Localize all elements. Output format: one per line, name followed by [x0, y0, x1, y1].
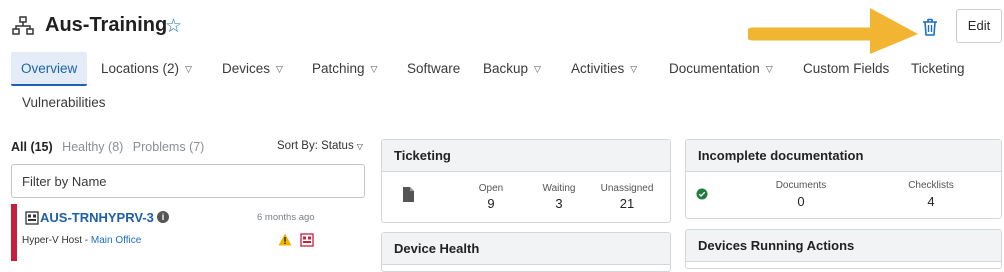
filter-by-name-input[interactable]: [11, 164, 365, 198]
documents-count[interactable]: 0: [746, 194, 856, 209]
tab-custom-fields[interactable]: Custom Fields: [803, 52, 889, 86]
device-list-item[interactable]: AUS-TRNHYPRV-3 i 6 months ago Hyper-V Ho…: [11, 204, 365, 261]
chevron-down-icon: ▽: [534, 64, 541, 74]
unassigned-label: Unassigned: [600, 183, 654, 194]
pointer-arrow: [748, 8, 918, 54]
device-name-link[interactable]: AUS-TRNHYPRV-3: [40, 210, 154, 225]
site-link[interactable]: Main Office: [91, 235, 141, 246]
org-chart-icon: [12, 16, 34, 35]
device-type-label: Hyper-V Host -: [22, 235, 91, 246]
tab-label: Overview: [21, 61, 78, 76]
star-outline-icon[interactable]: ☆: [165, 17, 182, 36]
waiting-count[interactable]: 3: [534, 196, 584, 211]
warning-icon: [278, 233, 292, 246]
tab-label: Documentation: [669, 61, 760, 76]
tab-devices[interactable]: Devices ▽: [222, 52, 283, 86]
tab-activities[interactable]: Activities ▽: [571, 52, 637, 86]
document-icon: [403, 187, 414, 202]
filter-problems[interactable]: Problems (7): [133, 140, 205, 154]
checklists-count[interactable]: 4: [876, 194, 986, 209]
documents-label: Documents: [775, 180, 827, 191]
status-bar: [11, 204, 17, 261]
ticketing-title: Ticketing: [382, 140, 670, 172]
tab-label: Locations (2): [101, 61, 180, 76]
tab-software[interactable]: Software: [407, 52, 460, 86]
devices-running-title: Devices Running Actions: [686, 230, 1001, 262]
sort-dropdown[interactable]: Sort By: Status ▽: [277, 140, 363, 152]
device-health-title: Device Health: [382, 233, 670, 265]
filter-healthy[interactable]: Healthy (8): [62, 140, 123, 154]
incomplete-documentation-card: Incomplete documentation Documents 0 Che…: [685, 139, 1002, 219]
device-type: Hyper-V Host - Main Office: [22, 235, 141, 246]
chevron-down-icon: ▽: [370, 64, 378, 74]
incomplete-docs-title: Incomplete documentation: [686, 140, 1001, 172]
tab-documentation[interactable]: Documentation ▽: [669, 52, 773, 86]
chevron-down-icon: ▽: [185, 64, 192, 74]
tab-label: Patching: [312, 61, 365, 76]
edit-button[interactable]: Edit: [956, 9, 1002, 43]
page-title: Aus-Training: [45, 14, 168, 36]
tab-backup[interactable]: Backup ▽: [483, 52, 541, 86]
chevron-down-icon: ▽: [276, 64, 283, 74]
checklists-label: Checklists: [908, 180, 954, 191]
filter-all[interactable]: All (15): [11, 140, 53, 154]
waiting-label: Waiting: [542, 183, 576, 194]
chevron-down-icon: ▽: [765, 64, 773, 74]
devices-running-actions-card: Devices Running Actions: [685, 229, 1002, 269]
server-alert-icon: [300, 233, 314, 247]
device-health-card: Device Health: [381, 232, 671, 272]
info-icon[interactable]: i: [157, 211, 169, 223]
tab-vulnerabilities[interactable]: Vulnerabilities: [22, 86, 106, 120]
open-count[interactable]: 9: [466, 196, 516, 211]
tab-label: Ticketing: [911, 61, 965, 76]
chevron-down-icon: ▽: [356, 142, 363, 151]
trash-icon[interactable]: [918, 15, 942, 39]
chevron-down-icon: ▽: [630, 64, 638, 74]
tab-label: Devices: [222, 61, 271, 76]
tab-label: Vulnerabilities: [22, 95, 106, 110]
sort-label: Sort By: Status: [277, 140, 354, 152]
tab-locations[interactable]: Locations (2) ▽: [101, 52, 192, 86]
device-last-seen: 6 months ago: [257, 212, 315, 223]
server-icon: [25, 211, 39, 225]
tab-label: Activities: [571, 61, 625, 76]
tab-ticketing[interactable]: Ticketing: [911, 52, 965, 86]
ticketing-card: Ticketing Open 9 Waiting 3 Unassigned 21: [381, 139, 671, 223]
check-circle-icon: [696, 188, 708, 200]
device-filter-tabs: All (15) Healthy (8) Problems (7): [11, 140, 210, 154]
tab-label: Custom Fields: [803, 61, 890, 76]
tab-patching[interactable]: Patching ▽: [312, 52, 377, 86]
tab-overview[interactable]: Overview: [11, 52, 88, 86]
open-label: Open: [478, 183, 504, 194]
tab-label: Software: [407, 61, 461, 76]
tab-label: Backup: [483, 61, 529, 76]
unassigned-count[interactable]: 21: [592, 196, 662, 211]
